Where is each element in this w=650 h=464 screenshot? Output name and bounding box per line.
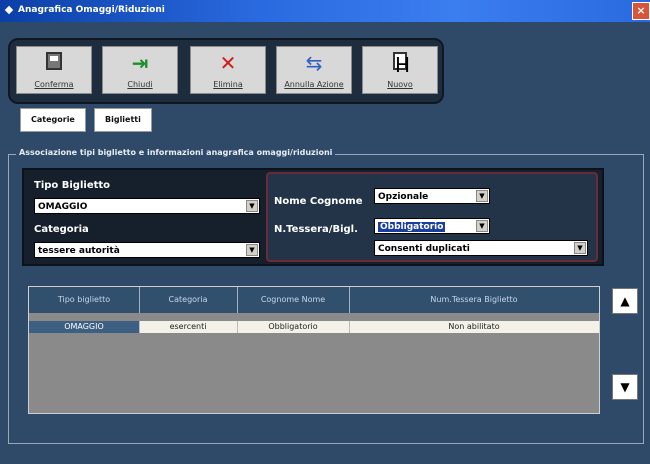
tab-categorie[interactable]: Categorie	[20, 108, 86, 132]
exit-icon: ⇥	[131, 51, 149, 75]
nome-cognome-value: Opzionale	[378, 192, 429, 202]
group-title: Associazione tipi biglietto e informazio…	[16, 148, 336, 157]
undo-icon: ⇆	[305, 51, 323, 75]
commenti-select[interactable]: Consenti duplicati ▼	[374, 240, 588, 256]
nuovo-button[interactable]: H Nuovo	[362, 46, 438, 94]
tessera-select[interactable]: Obbligatorio ▼	[374, 218, 490, 234]
arrow-down-icon: ▼	[620, 380, 630, 394]
table-cell[interactable]: esercenti	[139, 321, 238, 333]
scroll-up-button[interactable]: ▲	[612, 288, 638, 314]
chiudi-label: Chiudi	[127, 80, 153, 89]
app-icon	[4, 5, 14, 15]
close-icon: ×	[636, 4, 646, 17]
chevron-down-icon: ▼	[246, 200, 258, 212]
table-cell[interactable]: OMAGGIO	[29, 321, 140, 333]
column-header-cognome-nome[interactable]: Cognome Nome	[237, 287, 350, 313]
window-title: Anagrafica Omaggi/Riduzioni	[18, 5, 165, 15]
tipo-biglietto-value: OMAGGIO	[38, 202, 88, 212]
table-cell[interactable]: Non abilitato	[349, 321, 599, 333]
tipo-biglietto-select[interactable]: OMAGGIO ▼	[34, 198, 260, 214]
table-cell[interactable]: Obbligatorio	[237, 321, 350, 333]
column-header-num-tessera[interactable]: Num.Tessera Biglietto	[349, 287, 599, 313]
chevron-down-icon: ▼	[476, 190, 488, 202]
nome-cognome-label: Nome Cognome	[274, 196, 363, 207]
categoria-select[interactable]: tessere autorità ▼	[34, 242, 260, 258]
title-bar: Anagrafica Omaggi/Riduzioni ×	[0, 0, 650, 22]
delete-icon: ✕	[219, 51, 237, 75]
elimina-label: Elimina	[213, 80, 243, 89]
annulla-azione-button[interactable]: ⇆ Annulla Azione	[276, 46, 352, 94]
grid-header: Tipo biglietto Categoria Cognome Nome Nu…	[29, 287, 599, 313]
close-window-button[interactable]: ×	[632, 2, 650, 20]
column-header-categoria[interactable]: Categoria	[139, 287, 238, 313]
scroll-down-button[interactable]: ▼	[612, 374, 638, 400]
chevron-down-icon: ▼	[476, 220, 488, 232]
conferma-label: Conferma	[34, 80, 74, 89]
chevron-down-icon: ▼	[246, 244, 258, 256]
save-icon	[46, 52, 62, 70]
annulla-azione-label: Annulla Azione	[284, 80, 344, 89]
tessera-value: Obbligatorio	[378, 222, 446, 232]
column-header-tipo-biglietto[interactable]: Tipo biglietto	[29, 287, 140, 313]
tab-biglietti[interactable]: Biglietti	[94, 108, 152, 132]
nome-cognome-select[interactable]: Opzionale ▼	[374, 188, 490, 204]
new-document-icon: H	[393, 52, 411, 77]
tessera-label: N.Tessera/Bigl.	[274, 224, 358, 235]
tipo-biglietto-label: Tipo Biglietto	[34, 180, 111, 191]
association-grid: Tipo biglietto Categoria Cognome Nome Nu…	[28, 286, 600, 414]
nuovo-label: Nuovo	[387, 80, 413, 89]
chevron-down-icon: ▼	[574, 242, 586, 254]
commenti-value: Consenti duplicati	[378, 244, 470, 254]
table-row[interactable]: OMAGGIO esercenti Obbligatorio Non abili…	[29, 321, 599, 333]
chiudi-button[interactable]: ⇥ Chiudi	[102, 46, 178, 94]
elimina-button[interactable]: ✕ Elimina	[190, 46, 266, 94]
toolbar: Conferma ⇥ Chiudi ✕ Elimina ⇆ Annulla Az…	[8, 38, 444, 104]
arrow-up-icon: ▲	[620, 294, 630, 308]
categoria-value: tessere autorità	[38, 246, 120, 256]
conferma-button[interactable]: Conferma	[16, 46, 92, 94]
categoria-label: Categoria	[34, 224, 89, 235]
